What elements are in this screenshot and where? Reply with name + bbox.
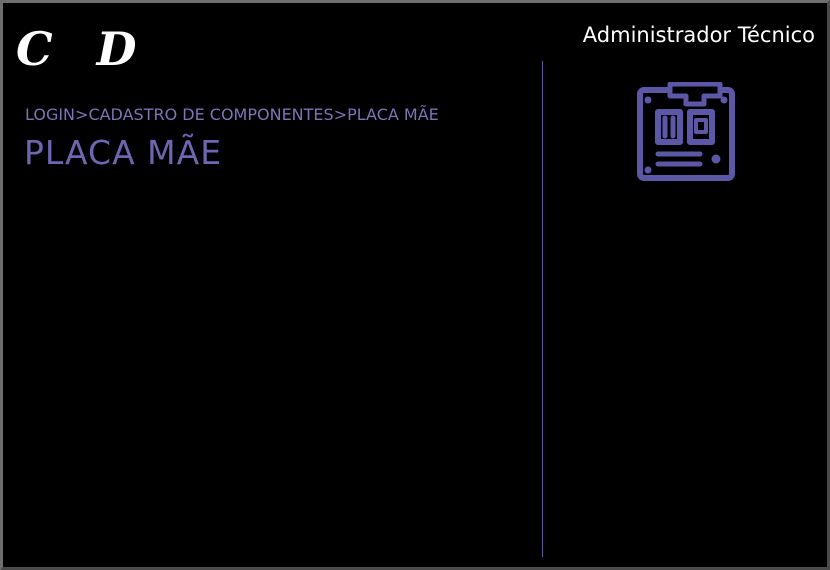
motherboard-icon [634, 81, 738, 186]
breadcrumb-separator: > [333, 105, 348, 124]
breadcrumb: LOGIN>CADASTRO DE COMPONENTES>PLACA MÃE [25, 105, 439, 125]
page-title: PLACA MÃE [24, 133, 223, 172]
app-window: C D Administrador Técnico LOGIN>CADASTRO… [0, 0, 830, 570]
breadcrumb-item-cadastro[interactable]: CADASTRO DE COMPONENTES [88, 105, 333, 124]
breadcrumb-item-current: PLACA MÃE [347, 105, 439, 124]
breadcrumb-separator: > [75, 105, 89, 124]
vertical-divider [542, 61, 543, 557]
app-logo: C D [16, 22, 151, 76]
user-role-label: Administrador Técnico [582, 23, 815, 47]
breadcrumb-item-login[interactable]: LOGIN [25, 105, 75, 124]
